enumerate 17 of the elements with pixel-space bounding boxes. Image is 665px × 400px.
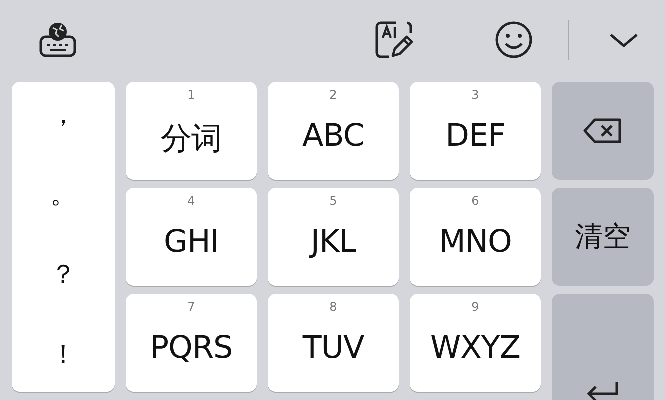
punctuation-key[interactable]: ， 。 ？ ！ [12,82,115,392]
backspace-key[interactable] [552,82,654,180]
letter-key[interactable]: 9 WXYZ [410,294,541,392]
letter-key[interactable]: 1 分词 [126,82,257,180]
ai-pen-icon[interactable] [374,20,414,60]
letter-key[interactable]: 8 TUV [268,294,399,392]
letter-key[interactable]: 3 DEF [410,82,541,180]
letter-key[interactable]: 5 JKL [268,188,399,286]
backspace-icon [583,118,623,144]
letter-key[interactable]: 7 PQRS [126,294,257,392]
letter-key[interactable]: 4 GHI [126,188,257,286]
letter-key[interactable]: 6 MNO [410,188,541,286]
letter-key[interactable]: 2 ABC [268,82,399,180]
globe-keyboard-icon[interactable] [38,20,78,60]
enter-icon [585,382,621,400]
smiley-icon[interactable] [494,20,534,60]
clear-key[interactable]: 清空 [552,188,654,286]
